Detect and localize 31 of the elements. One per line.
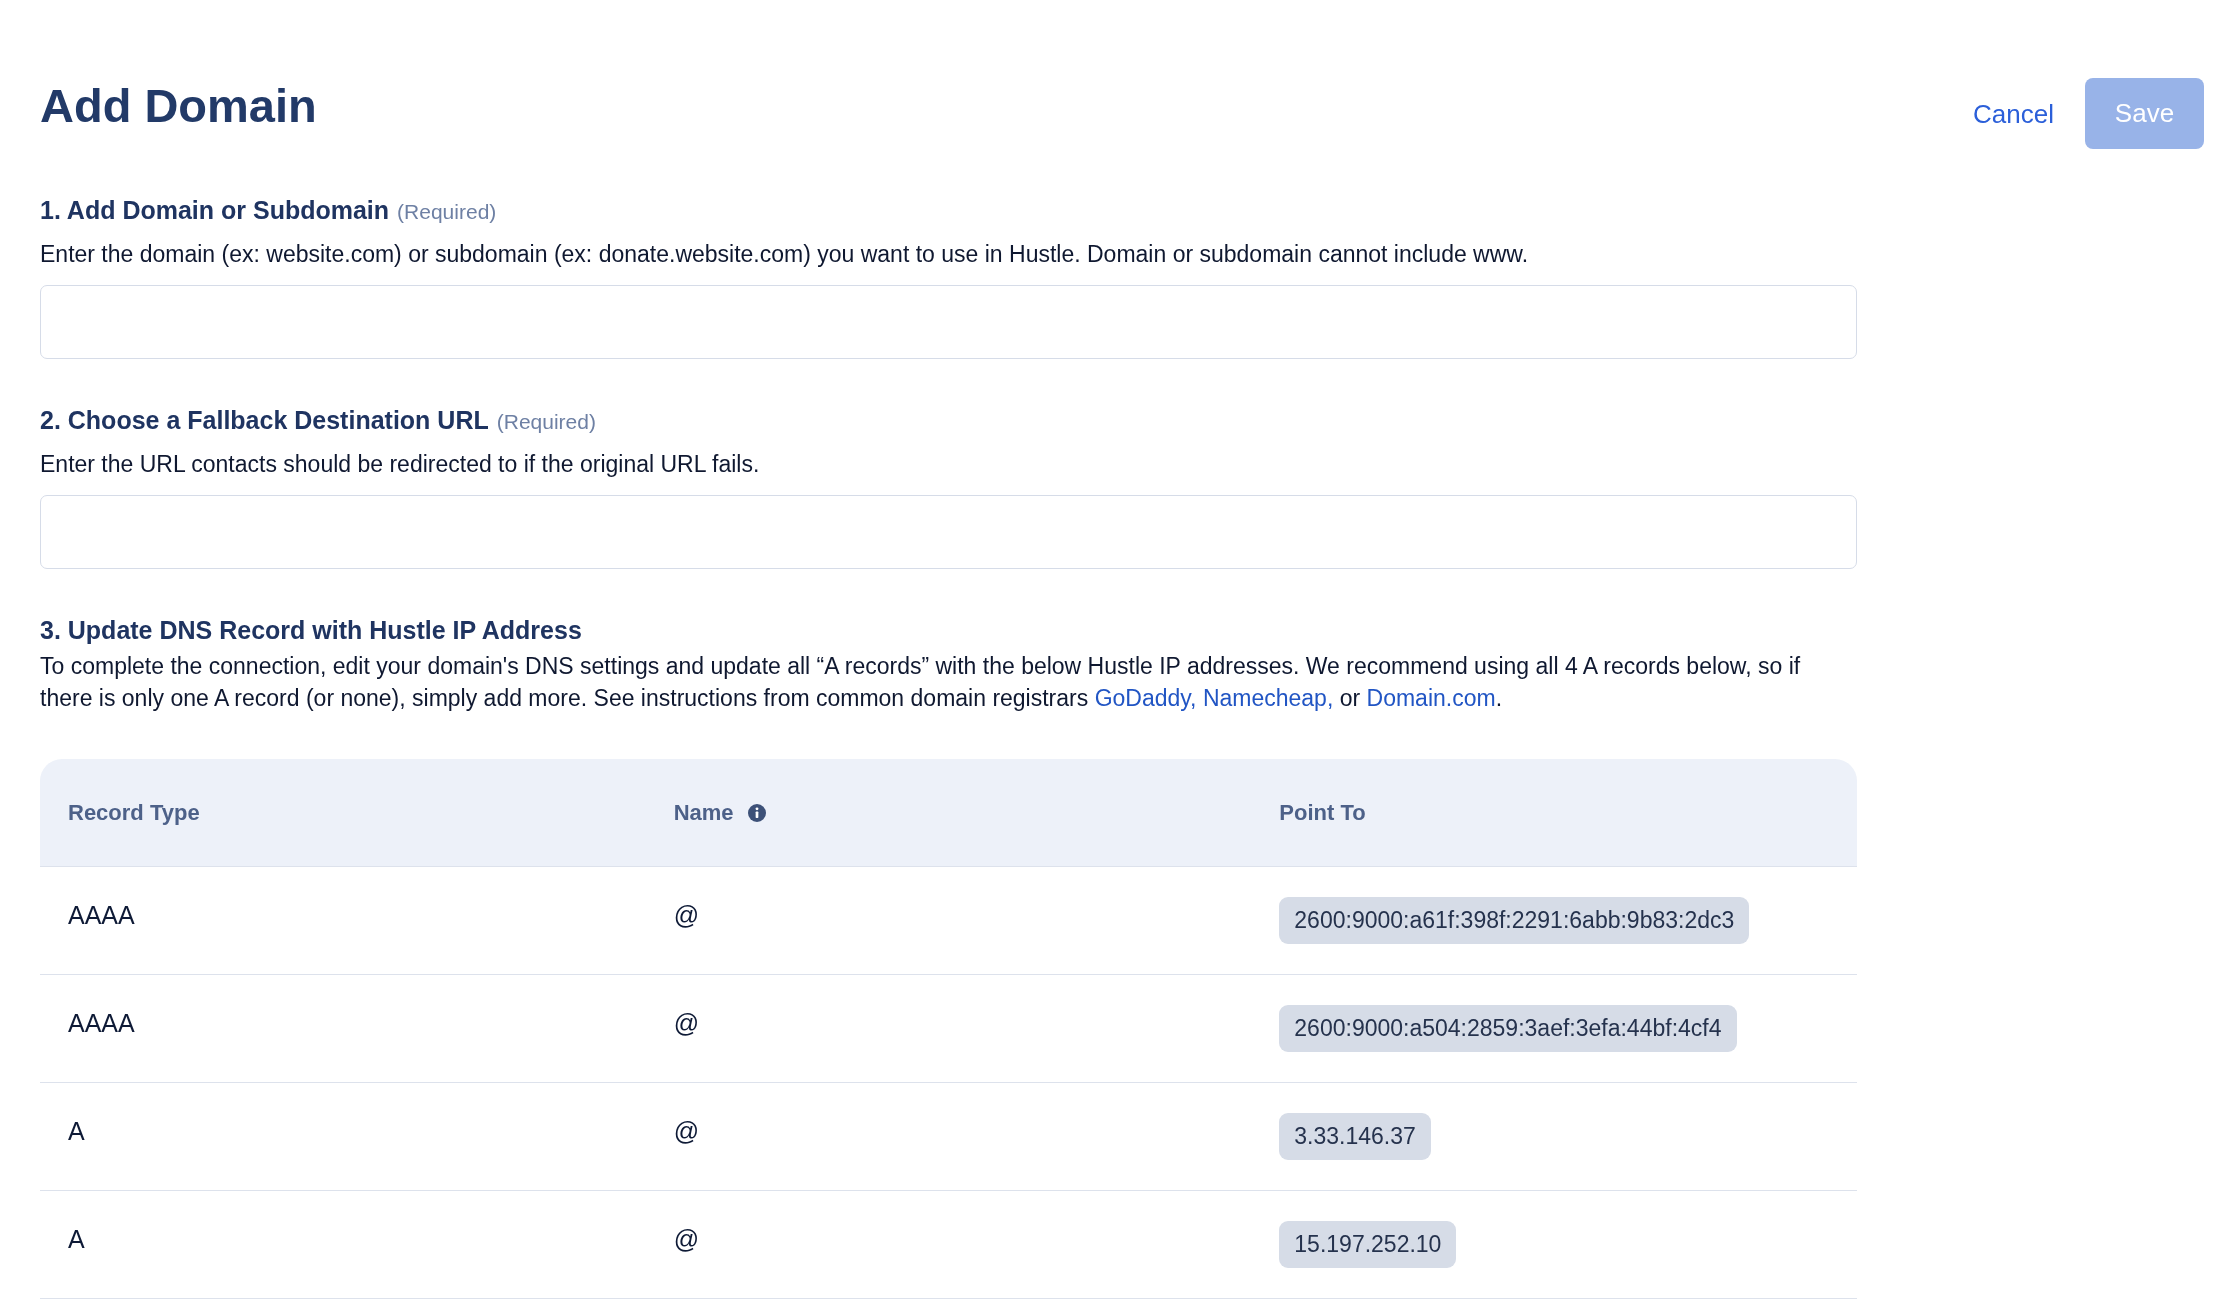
input-field[interactable] (40, 285, 1857, 359)
page-title: Add Domain (40, 78, 317, 134)
section-description: To complete the connection, edit your domain's DNS settings and update all “A records” with the below Hustle IP addresses. We recommend using all 4 A records below, so if there is only one A record (or none), simply add more. See instructions from common domain registrars GoDaddy, Namecheap, or Domain.com. (40, 652, 1802, 713)
address-chip: 15.197.252.10 (1279, 1221, 1457, 1268)
table-cell-text: @ (673, 1223, 700, 1255)
table-cell-text: A (68, 1115, 85, 1147)
column-header: Record Type (68, 798, 200, 827)
section-heading: 1. Add Domain or Subdomain (40, 195, 390, 226)
table-cell-text: AAAA (68, 1007, 135, 1039)
info-icon[interactable] (747, 803, 766, 822)
address-chip: 2600:9000:a504:2859:3aef:3efa:44bf:4cf4 (1279, 1005, 1737, 1052)
input-field[interactable] (40, 495, 1857, 569)
table-cell-text: @ (673, 1115, 700, 1147)
section-heading: 2. Choose a Fallback Destination URL (40, 405, 489, 436)
column-header: Name (673, 798, 734, 827)
cancel-link[interactable]: Cancel (1973, 96, 2054, 131)
column-header: Point To (1279, 798, 1366, 827)
section-description: Enter the domain (ex: website.com) or subdomain (ex: donate.website.com) you want to use in Hustle. Domain or subdomain cannot include www. (40, 240, 1530, 269)
table-cell-text: AAAA (68, 899, 135, 931)
required-note: (Required) (496, 409, 596, 435)
registrar-link[interactable]: Domain.com (1366, 685, 1496, 711)
section-heading: 3. Update DNS Record with Hustle IP Address (40, 615, 582, 646)
table-cell-text: A (68, 1223, 85, 1255)
registrar-link[interactable]: Namecheap, (1202, 685, 1334, 711)
table-cell-text: @ (673, 899, 700, 931)
table-cell-text: @ (673, 1007, 700, 1039)
address-chip: 3.33.146.37 (1279, 1113, 1431, 1160)
section-description: Enter the URL contacts should be redirected to if the original URL fails. (40, 450, 761, 479)
required-note: (Required) (397, 199, 497, 225)
address-chip: 2600:9000:a61f:398f:2291:6abb:9b83:2dc3 (1279, 897, 1750, 944)
registrar-link[interactable]: GoDaddy, (1094, 685, 1197, 711)
